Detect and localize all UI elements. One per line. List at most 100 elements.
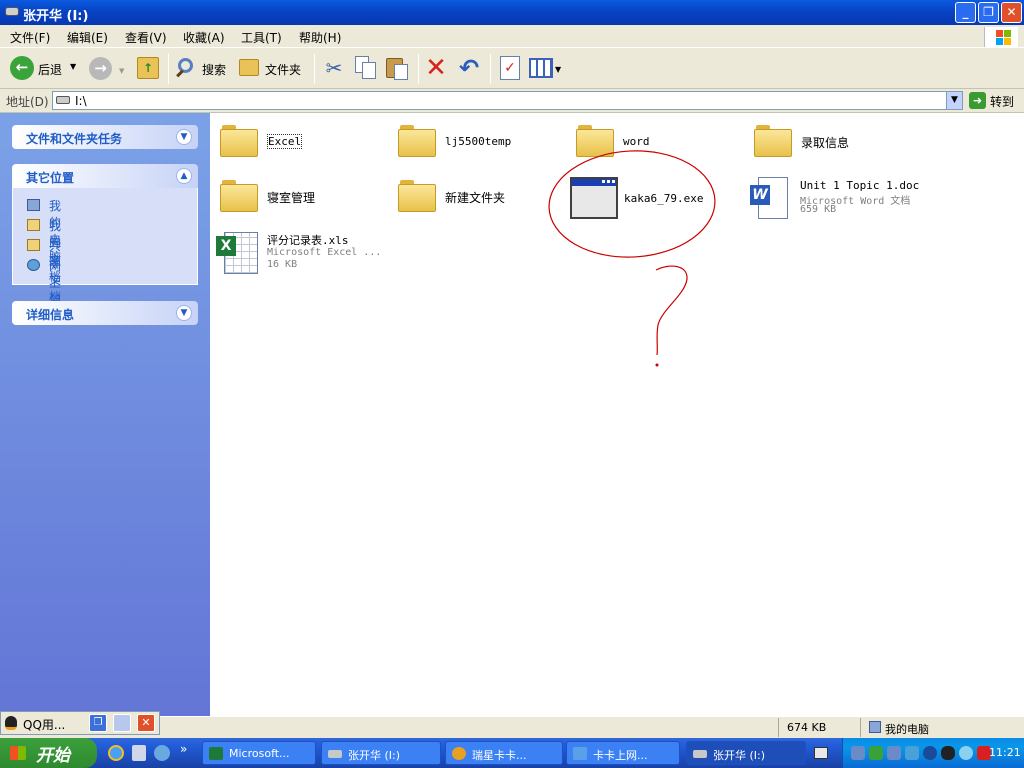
minimize-button[interactable]: _ (955, 2, 976, 23)
panel-other-places[interactable]: 其它位置 ▲ (12, 164, 198, 188)
clock[interactable]: 11:21 (989, 746, 1021, 759)
task-button[interactable]: 瑞星卡卡... (445, 741, 563, 765)
views-icon[interactable] (529, 58, 553, 78)
file-list: Excel lj5500temp word 录取信息 寝室管理 新建文件夹 ka… (210, 113, 1024, 716)
status-size-panel: 674 KB (778, 718, 858, 737)
forward-dropdown-icon[interactable]: ▼ (119, 67, 124, 75)
drive-icon (5, 7, 19, 16)
collapse-chevron-icon[interactable]: ▲ (176, 168, 192, 184)
back-button[interactable]: ← 后退 ▼ (6, 52, 82, 84)
task-button[interactable]: 张开华 (I:) (321, 741, 441, 765)
address-label: 地址(D) (6, 95, 49, 109)
menu-favorites[interactable]: 收藏(A) (183, 29, 225, 46)
views-dropdown-icon[interactable]: ▼ (555, 65, 561, 74)
up-folder-icon[interactable]: ↑ (137, 57, 159, 79)
expand-chevron-icon[interactable]: ▼ (176, 305, 192, 321)
tray-app-icon[interactable] (959, 746, 973, 760)
address-input[interactable]: I:\ ▼ (52, 91, 963, 110)
copy-icon[interactable] (355, 56, 377, 80)
go-arrow-icon[interactable]: ➜ (969, 92, 986, 109)
tray-app-icon[interactable] (905, 746, 919, 760)
tray-app-icon[interactable] (923, 746, 937, 760)
title-bar[interactable]: 张开华 (I:) _ ❐ ✕ (0, 0, 1024, 25)
file-name: 录取信息 (801, 136, 850, 150)
task-button[interactable]: 卡卡上网... (566, 741, 680, 765)
address-bar: 地址(D) I:\ ▼ ➜ 转到 (0, 89, 1024, 113)
folder-icon (398, 180, 436, 212)
search-button[interactable]: 搜索 (174, 52, 232, 84)
other-places-list: 我的电脑 我的文档 共享文档 网上邻居 (12, 188, 198, 324)
search-label: 搜索 (202, 63, 227, 77)
menu-edit[interactable]: 编辑(E) (67, 29, 108, 46)
qq-restore-icon[interactable]: ❐ (89, 714, 107, 732)
menu-tools[interactable]: 工具(T) (241, 29, 282, 46)
cut-icon[interactable]: ✂ (322, 56, 346, 80)
system-tray: 11:21 (842, 738, 1024, 768)
go-button[interactable]: 转到 (990, 93, 1014, 110)
toolbar: ← 后退 ▼ → ▼ ↑ 搜索 文件夹 ✂ ✕ ↶ ✓ ▼ (0, 48, 1024, 89)
ie-page-icon (573, 747, 587, 760)
file-item[interactable]: Excel (218, 123, 378, 163)
maximize-button[interactable]: ❐ (978, 2, 999, 23)
file-item[interactable]: W Unit 1 Topic 1.doc Microsoft Word 文档 6… (748, 175, 948, 221)
paste-icon[interactable] (386, 56, 410, 80)
keyboard-icon[interactable] (814, 747, 828, 759)
quicklaunch-app-icon[interactable] (132, 745, 146, 761)
address-value: I:\ (75, 94, 87, 108)
folders-button[interactable]: 文件夹 (236, 52, 306, 84)
task-pane: 文件和文件夹任务 ▼ 其它位置 ▲ 我的电脑 我的文档 共享文档 网上邻居 详细… (0, 113, 210, 716)
folder-icon (220, 180, 258, 212)
qq-penguin-icon[interactable] (941, 746, 955, 760)
file-item[interactable]: lj5500temp (396, 123, 556, 163)
task-label: Microsoft... (229, 747, 290, 760)
file-item[interactable]: kaka6_79.exe (568, 175, 728, 221)
ie-icon[interactable] (108, 745, 124, 761)
folder-icon (220, 125, 258, 157)
word-document-icon: W (750, 177, 790, 219)
panel-details[interactable]: 详细信息 ▼ (12, 301, 198, 325)
properties-icon[interactable]: ✓ (500, 56, 520, 80)
file-item[interactable]: 寝室管理 (218, 178, 378, 218)
annotation-dot (655, 363, 659, 367)
qq-close-icon[interactable]: ✕ (137, 714, 155, 732)
file-item[interactable]: word (574, 123, 734, 163)
delete-icon[interactable]: ✕ (424, 54, 448, 82)
folder-icon (576, 125, 614, 157)
file-item[interactable]: X 评分记录表.xls Microsoft Excel ... 16 KB (214, 230, 414, 276)
file-name: Unit 1 Topic 1.doc (800, 179, 920, 192)
address-dropdown-icon[interactable]: ▼ (946, 92, 962, 109)
quicklaunch-chevron-icon[interactable]: » (180, 742, 187, 756)
network-icon[interactable] (887, 746, 901, 760)
task-button[interactable]: Microsoft... (202, 741, 316, 765)
menu-view[interactable]: 查看(V) (125, 29, 167, 46)
toolbar-separator (418, 54, 419, 84)
tray-app-icon[interactable] (869, 746, 883, 760)
folder-icon (754, 125, 792, 157)
toolbar-separator (168, 54, 169, 84)
computer-icon (869, 721, 881, 733)
task-button-active[interactable]: 张开华 (I:) (686, 741, 806, 765)
file-type: Microsoft Excel ... (267, 247, 382, 258)
forward-arrow-icon[interactable]: → (89, 57, 112, 80)
file-name: 寝室管理 (267, 191, 316, 205)
back-dropdown-icon[interactable]: ▼ (70, 62, 76, 71)
task-label: 瑞星卡卡... (472, 749, 527, 762)
qq-minibar[interactable]: QQ用... ❐ ✕ (0, 711, 160, 735)
panel-file-tasks[interactable]: 文件和文件夹任务 ▼ (12, 125, 198, 149)
undo-icon[interactable]: ↶ (456, 54, 482, 82)
menu-file[interactable]: 文件(F) (10, 29, 50, 46)
task-label: 卡卡上网... (593, 749, 648, 762)
file-item[interactable]: 录取信息 (752, 123, 912, 163)
quicklaunch-app-icon[interactable] (154, 745, 170, 761)
qq-label: QQ用... (23, 718, 66, 732)
network-icon[interactable] (851, 746, 865, 760)
close-button[interactable]: ✕ (1001, 2, 1022, 23)
menu-help[interactable]: 帮助(H) (299, 29, 341, 46)
expand-chevron-icon[interactable]: ▼ (176, 129, 192, 145)
folders-label: 文件夹 (265, 63, 302, 77)
start-button[interactable]: 开始 (0, 738, 97, 768)
qq-maximize-icon[interactable] (113, 714, 131, 732)
back-label: 后退 (38, 63, 63, 77)
file-item[interactable]: 新建文件夹 (396, 178, 556, 218)
documents-icon (27, 219, 40, 231)
